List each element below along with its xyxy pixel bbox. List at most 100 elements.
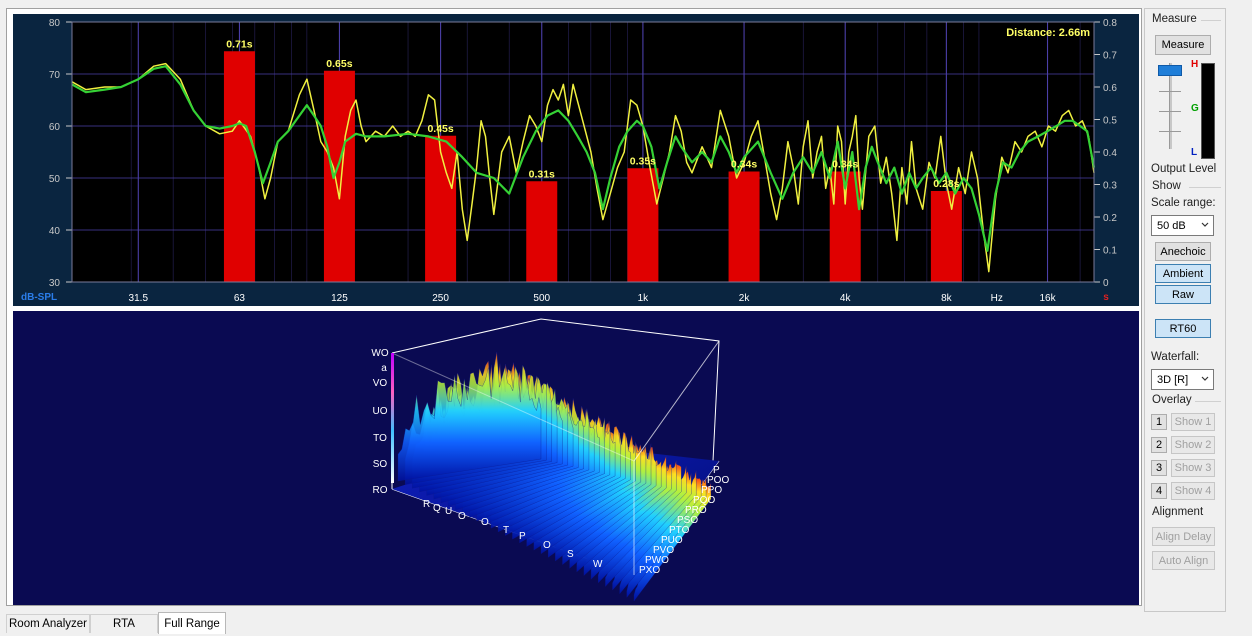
svg-text:W: W	[593, 559, 603, 570]
tab-room-analyzer[interactable]: Room Analyzer	[6, 614, 90, 633]
svg-text:PVO: PVO	[653, 545, 674, 556]
svg-text:S: S	[567, 549, 574, 560]
svg-text:U: U	[445, 506, 452, 517]
output-level-label: Output Level	[1151, 163, 1217, 175]
waterfall-3d-plot[interactable]: WO a VO UO TO SO RO RQU O O T P O S W PXO PWO PVO PUO…	[13, 311, 1139, 605]
svg-text:O: O	[481, 517, 489, 528]
y-left-tick-label: 40	[49, 226, 61, 237]
rt60-bar	[728, 171, 760, 282]
x-tick-label: 8k	[941, 293, 953, 304]
frequency-response-chart[interactable]: 0.71s 0.65s 0.45s 0.31s 0.35s 0.34s 0.34s 0.28s…	[13, 14, 1139, 306]
show-4-button[interactable]: Show 4	[1171, 482, 1215, 500]
show-1-button[interactable]: Show 1	[1171, 413, 1215, 431]
overlay-group-label: Overlay	[1152, 394, 1192, 406]
y-right-tick-label: 0.1	[1103, 246, 1117, 257]
y-right-tick-label: 0.4	[1103, 148, 1117, 159]
y-left-tick-label: 60	[49, 122, 61, 133]
scale-range-value: 50 dB	[1157, 219, 1186, 232]
waterfall-scale-label: VO	[373, 378, 388, 389]
x-tick-label: 4k	[840, 293, 852, 304]
align-delay-button[interactable]: Align Delay	[1152, 527, 1215, 546]
tab-full-range[interactable]: Full Range	[158, 612, 226, 634]
y-right-tick-label: 0.7	[1103, 51, 1117, 62]
rt60-bar-label: 0.28s	[933, 178, 959, 190]
svg-text:T: T	[503, 525, 509, 536]
rt60-bar	[425, 135, 457, 282]
measure-button[interactable]: Measure	[1155, 35, 1211, 55]
x-tick-label: 1k	[638, 293, 650, 304]
x-tick-label: 500	[533, 293, 550, 304]
slider-thumb[interactable]	[1158, 65, 1182, 76]
waterfall-scale-label: WO	[371, 348, 388, 359]
svg-text:PRO: PRO	[685, 505, 707, 516]
rt60-bar-label: 0.45s	[427, 123, 453, 135]
x-tick-label: 2k	[739, 293, 751, 304]
output-level-slider[interactable]	[1155, 61, 1185, 153]
rt60-bar-label: 0.31s	[529, 168, 555, 180]
rt60-bar	[930, 191, 962, 282]
overlay-4-button[interactable]: 4	[1151, 483, 1167, 499]
level-low-label: L	[1191, 147, 1198, 158]
scale-range-select[interactable]: 50 dB	[1151, 215, 1214, 236]
waterfall-value: 3D [R]	[1157, 373, 1189, 386]
svg-text:PQO: PQO	[693, 495, 715, 506]
waterfall-scale-label: a	[381, 363, 387, 374]
svg-text:PWO: PWO	[645, 555, 669, 566]
chevron-down-icon	[1201, 376, 1209, 381]
x-tick-label: 125	[331, 293, 348, 304]
svg-text:PTO: PTO	[669, 525, 690, 536]
svg-text:Q: Q	[433, 503, 441, 514]
waterfall-scale-label: UO	[373, 406, 388, 417]
svg-text:PXO: PXO	[639, 565, 660, 576]
x-tick-label: 31.5	[129, 293, 149, 304]
auto-align-button[interactable]: Auto Align	[1152, 551, 1215, 570]
alignment-group-label: Alignment	[1152, 506, 1204, 518]
waterfall-slice	[397, 351, 542, 482]
svg-text:POO: POO	[707, 475, 729, 486]
raw-button[interactable]: Raw	[1155, 285, 1211, 304]
x-tick-label: 250	[432, 293, 449, 304]
scale-range-label: Scale range:	[1151, 197, 1216, 209]
svg-text:PPO: PPO	[701, 485, 722, 496]
y-right-tick-label: 0.3	[1103, 181, 1117, 192]
show-2-button[interactable]: Show 2	[1171, 436, 1215, 454]
y-right-tick-label: 0.8	[1103, 18, 1117, 29]
chart-svg: 0.71s 0.65s 0.45s 0.31s 0.35s 0.34s 0.34s 0.28s…	[21, 18, 1117, 304]
rt60-bar-label: 0.34s	[731, 159, 757, 171]
group-divider	[1195, 401, 1221, 402]
y-right-tick-label: 0.6	[1103, 83, 1117, 94]
y-left-tick-label: 80	[49, 18, 61, 29]
waterfall-select[interactable]: 3D [R]	[1151, 369, 1214, 390]
level-good-label: G	[1191, 103, 1199, 114]
rt60-bar	[223, 51, 255, 282]
y-right-tick-label: 0.5	[1103, 116, 1117, 127]
waterfall-scale-label: TO	[373, 433, 387, 444]
y-left-tick-label: 70	[49, 70, 61, 81]
svg-text:O: O	[458, 511, 466, 522]
measure-group-label: Measure	[1152, 13, 1197, 25]
svg-text:PSO: PSO	[677, 515, 698, 526]
output-level-meter	[1201, 63, 1215, 159]
rt60-bar-label: 0.71s	[226, 38, 252, 50]
overlay-2-button[interactable]: 2	[1151, 437, 1167, 453]
waterfall-svg: WO a VO UO TO SO RO RQU O O T P O S W PXOPWO PVOPUO…	[371, 318, 729, 602]
show-group-label: Show	[1152, 180, 1181, 192]
svg-text:O: O	[543, 540, 551, 551]
x-tick-label: 16k	[1039, 293, 1056, 304]
control-panel: Measure Measure H G L Output Level Show …	[1144, 8, 1226, 612]
rt60-bar-label: 0.35s	[630, 155, 656, 167]
ambient-button[interactable]: Ambient	[1155, 264, 1211, 283]
svg-text:P: P	[713, 465, 720, 476]
x-tick-label: 63	[234, 293, 246, 304]
y-left-tick-label: 50	[49, 174, 61, 185]
overlay-3-button[interactable]: 3	[1151, 460, 1167, 476]
rt60-button[interactable]: RT60	[1155, 319, 1211, 338]
svg-text:P: P	[519, 531, 526, 542]
overlay-1-button[interactable]: 1	[1151, 414, 1167, 430]
group-divider	[1189, 187, 1221, 188]
show-3-button[interactable]: Show 3	[1171, 459, 1215, 477]
tab-rta[interactable]: RTA	[90, 614, 158, 633]
group-divider	[1201, 20, 1221, 21]
right-axis-unit: s	[1103, 292, 1109, 303]
anechoic-button[interactable]: Anechoic	[1155, 242, 1211, 261]
